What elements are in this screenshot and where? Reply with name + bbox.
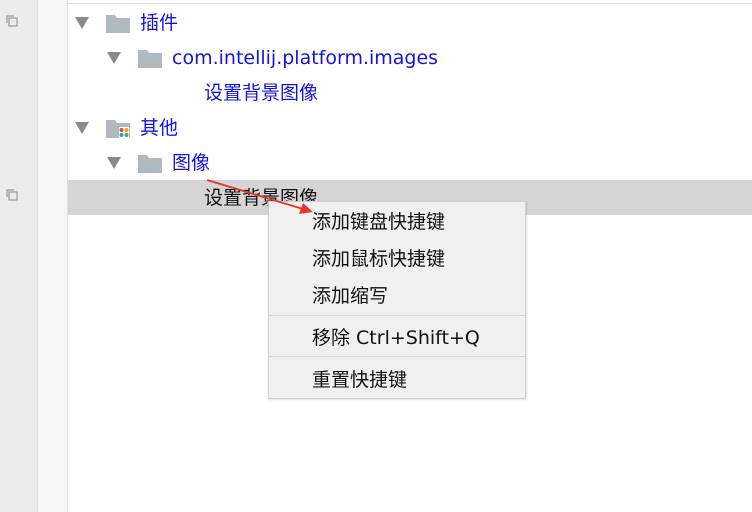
expand-arrow-icon[interactable] <box>75 122 89 134</box>
copy-icon[interactable] <box>5 14 19 28</box>
tree-node-label: 插件 <box>140 12 179 34</box>
tree-node-label: com.intellij.platform.images <box>172 47 439 69</box>
copy-icon[interactable] <box>5 188 19 202</box>
tree-side-strip <box>38 0 68 512</box>
menu-item-remove-shortcut[interactable]: 移除 Ctrl+Shift+Q <box>269 320 525 354</box>
tree-leaf-action[interactable]: 设置背景图像 <box>68 75 752 110</box>
tree-node-label: 其他 <box>140 117 179 139</box>
menu-item-reset-shortcuts[interactable]: 重置快捷键 <box>269 362 525 396</box>
expand-arrow-icon[interactable] <box>107 157 121 169</box>
menu-item-label: 添加鼠标快捷键 <box>312 248 446 270</box>
menu-separator <box>269 315 525 316</box>
menu-item-add-abbreviation[interactable]: 添加缩写 <box>269 278 525 312</box>
folder-icon <box>138 50 162 68</box>
menu-separator <box>269 356 525 357</box>
tree-node-other[interactable]: 其他 <box>68 110 752 145</box>
context-menu: 添加键盘快捷键 添加鼠标快捷键 添加缩写 移除 Ctrl+Shift+Q 重置快… <box>268 201 526 399</box>
tree-top-border <box>68 3 752 4</box>
menu-item-label: 添加缩写 <box>312 285 389 307</box>
expand-arrow-icon[interactable] <box>75 17 89 29</box>
tree-node-images-plugin[interactable]: com.intellij.platform.images <box>68 40 752 75</box>
menu-item-add-keyboard-shortcut[interactable]: 添加键盘快捷键 <box>269 204 525 238</box>
menu-item-label: 移除 Ctrl+Shift+Q <box>312 327 480 349</box>
left-gutter <box>0 0 38 512</box>
tree-node-plugins[interactable]: 插件 <box>68 5 752 40</box>
tree-node-label: 设置背景图像 <box>204 82 319 104</box>
menu-item-label: 重置快捷键 <box>312 369 408 391</box>
folder-other-icon <box>106 120 130 138</box>
folder-icon <box>106 15 130 33</box>
tree-node-label: 图像 <box>172 152 211 174</box>
expand-arrow-icon[interactable] <box>107 52 121 64</box>
menu-item-label: 添加键盘快捷键 <box>312 211 446 233</box>
menu-item-add-mouse-shortcut[interactable]: 添加鼠标快捷键 <box>269 241 525 275</box>
tree-node-image[interactable]: 图像 <box>68 145 752 180</box>
folder-icon <box>138 155 162 173</box>
